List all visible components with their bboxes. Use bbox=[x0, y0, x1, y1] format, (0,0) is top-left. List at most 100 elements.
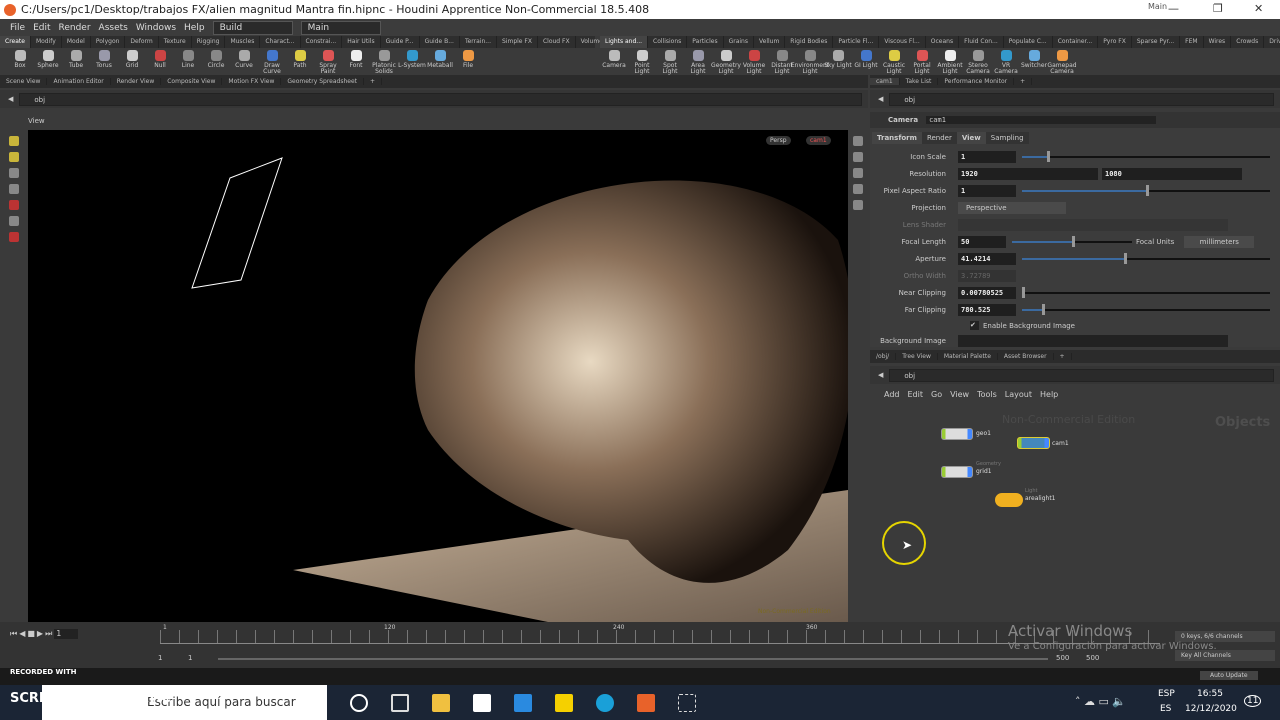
shelf-tab[interactable]: Charact... bbox=[260, 36, 301, 48]
shelf-tab[interactable]: Lights and... bbox=[600, 36, 649, 48]
pixel-aspect-field[interactable]: 1 bbox=[958, 184, 1016, 197]
lens-shader-field[interactable] bbox=[958, 218, 1228, 231]
shelf-tab[interactable]: Pyro FX bbox=[1098, 36, 1132, 48]
menu-view[interactable]: View bbox=[950, 390, 969, 399]
shelf-tool[interactable]: Switcher bbox=[1020, 48, 1048, 75]
tab-material-palette[interactable]: Material Palette bbox=[938, 353, 998, 360]
tab-render-view[interactable]: Render View bbox=[111, 78, 162, 85]
tab-performance-monitor[interactable]: Performance Monitor bbox=[938, 78, 1015, 85]
select-tool-icon[interactable] bbox=[9, 136, 19, 146]
tab-geometry-spreadsheet[interactable]: Geometry Spreadsheet bbox=[281, 78, 364, 85]
shelf-tab[interactable]: Particle Fl... bbox=[833, 36, 880, 48]
tab-cam1[interactable]: cam1 bbox=[870, 78, 900, 85]
shelf-tab[interactable]: FEM bbox=[1180, 36, 1204, 48]
snip-icon[interactable] bbox=[678, 693, 696, 712]
tab-obj[interactable]: /obj/ bbox=[870, 353, 897, 360]
back-icon[interactable]: ◀ bbox=[878, 371, 883, 379]
node-geo1[interactable] bbox=[941, 428, 973, 440]
shelf-tab[interactable]: Collisions bbox=[648, 36, 688, 48]
scale-tool-icon[interactable] bbox=[9, 184, 19, 194]
shelf-tool[interactable]: Grid bbox=[118, 48, 146, 75]
add-tab-button[interactable]: + bbox=[1054, 353, 1072, 360]
shelf-tab[interactable]: Rigging bbox=[192, 36, 226, 48]
resolution-x-field[interactable]: 1920 bbox=[958, 167, 1098, 180]
shelf-tool[interactable]: Spray Paint bbox=[314, 48, 342, 75]
menu-help[interactable]: Help bbox=[184, 23, 205, 33]
shelf-tool[interactable]: Spot Light bbox=[656, 48, 684, 75]
play-icon[interactable]: ▶ bbox=[37, 629, 43, 639]
tab-tree-view[interactable]: Tree View bbox=[896, 353, 938, 360]
bg-image-field[interactable] bbox=[958, 334, 1228, 347]
houdini-taskbar-icon[interactable] bbox=[637, 693, 655, 712]
shelf-tool[interactable]: Path bbox=[286, 48, 314, 75]
shelf-tab[interactable]: Cloud FX bbox=[538, 36, 576, 48]
range-slider[interactable] bbox=[218, 658, 1048, 660]
grid-icon[interactable] bbox=[853, 200, 863, 210]
cortana-icon[interactable] bbox=[350, 693, 368, 712]
notification-center-icon[interactable]: 11 bbox=[1244, 695, 1262, 707]
language-indicator[interactable]: ESP bbox=[1158, 689, 1175, 699]
persp-menu[interactable]: Persp bbox=[766, 136, 791, 145]
shelf-tab[interactable]: Simple FX bbox=[497, 36, 538, 48]
shelf-tab[interactable]: Vellum bbox=[754, 36, 786, 48]
shelf-tab[interactable]: Wires bbox=[1204, 36, 1232, 48]
play-reverse-icon[interactable]: ◀ bbox=[19, 629, 25, 639]
menu-go[interactable]: Go bbox=[931, 390, 942, 399]
shelf-tool[interactable]: Volume Light bbox=[740, 48, 768, 75]
tab-render[interactable]: Render bbox=[921, 132, 957, 144]
shelf-tool[interactable]: Portal Light bbox=[908, 48, 936, 75]
shelf-tool[interactable]: VR Camera bbox=[992, 48, 1020, 75]
shelf-tool[interactable]: Platonic Solids bbox=[370, 48, 398, 75]
tab-take-list[interactable]: Take List bbox=[900, 78, 939, 85]
near-clipping-field[interactable]: 0.00780525 bbox=[958, 286, 1016, 299]
shelf-tool[interactable]: Circle bbox=[202, 48, 230, 75]
pixel-aspect-slider[interactable] bbox=[1022, 184, 1270, 196]
menu-edit[interactable]: Edit bbox=[33, 23, 50, 33]
mail-icon[interactable] bbox=[514, 693, 532, 712]
shelf-tool[interactable]: Draw Curve bbox=[258, 48, 286, 75]
auto-update-select[interactable]: Auto Update bbox=[1200, 671, 1258, 680]
shelf-tab[interactable]: Oceans bbox=[926, 36, 960, 48]
path-field[interactable]: obj bbox=[19, 92, 862, 106]
tab-scene-view[interactable]: Scene View bbox=[0, 78, 48, 85]
tray-icons[interactable]: ˄ ☁ ▭ 🔈 bbox=[1075, 695, 1126, 708]
clock-time[interactable]: 16:55 bbox=[1197, 689, 1223, 699]
shelf-tool[interactable]: Curve bbox=[230, 48, 258, 75]
shelf-tool[interactable]: Caustic Light bbox=[880, 48, 908, 75]
shelf-tool[interactable]: GI Light bbox=[852, 48, 880, 75]
close-button[interactable]: ✕ bbox=[1254, 2, 1263, 15]
far-clipping-slider[interactable] bbox=[1022, 303, 1270, 315]
shelf-tab[interactable]: Create bbox=[0, 36, 31, 48]
shelf-tab[interactable]: Guide B... bbox=[420, 36, 460, 48]
start-frame-field[interactable]: 1 bbox=[158, 654, 162, 662]
back-icon[interactable]: ◀ bbox=[878, 95, 883, 103]
wireframe-icon[interactable] bbox=[853, 152, 863, 162]
add-tab-button[interactable]: + bbox=[1014, 78, 1033, 85]
range-end-field[interactable]: 500 bbox=[1056, 654, 1069, 662]
minimize-button[interactable]: — bbox=[1168, 2, 1179, 15]
shelf-tool[interactable]: Point Light bbox=[628, 48, 656, 75]
shelf-tab[interactable]: Rigid Bodies bbox=[785, 36, 834, 48]
add-tab-button[interactable]: + bbox=[364, 78, 383, 85]
shelf-tab[interactable]: Grains bbox=[724, 36, 754, 48]
sticky-notes-icon[interactable] bbox=[555, 693, 573, 712]
lighting-icon[interactable] bbox=[853, 184, 863, 194]
shelf-tool[interactable]: Tube bbox=[62, 48, 90, 75]
path-field[interactable]: obj bbox=[889, 368, 1274, 382]
focal-length-slider[interactable] bbox=[1012, 235, 1132, 247]
menu-render[interactable]: Render bbox=[59, 23, 91, 33]
file-explorer-icon[interactable] bbox=[432, 693, 450, 712]
shelf-tool[interactable]: Font bbox=[342, 48, 370, 75]
shelf-tool[interactable]: Null bbox=[146, 48, 174, 75]
task-view-icon[interactable] bbox=[391, 693, 409, 712]
end-frame-field[interactable]: 500 bbox=[1086, 654, 1099, 662]
near-clipping-slider[interactable] bbox=[1022, 286, 1270, 298]
shelf-tab[interactable]: Constrai... bbox=[301, 36, 343, 48]
node-cam1[interactable] bbox=[1017, 437, 1050, 449]
menu-assets[interactable]: Assets bbox=[99, 23, 128, 33]
jump-end-icon[interactable]: ⏭ bbox=[45, 629, 52, 639]
menu-tools[interactable]: Tools bbox=[977, 390, 997, 399]
shelf-tool[interactable]: Line bbox=[174, 48, 202, 75]
menu-file[interactable]: File bbox=[10, 23, 25, 33]
back-icon[interactable]: ◀ bbox=[8, 95, 13, 103]
